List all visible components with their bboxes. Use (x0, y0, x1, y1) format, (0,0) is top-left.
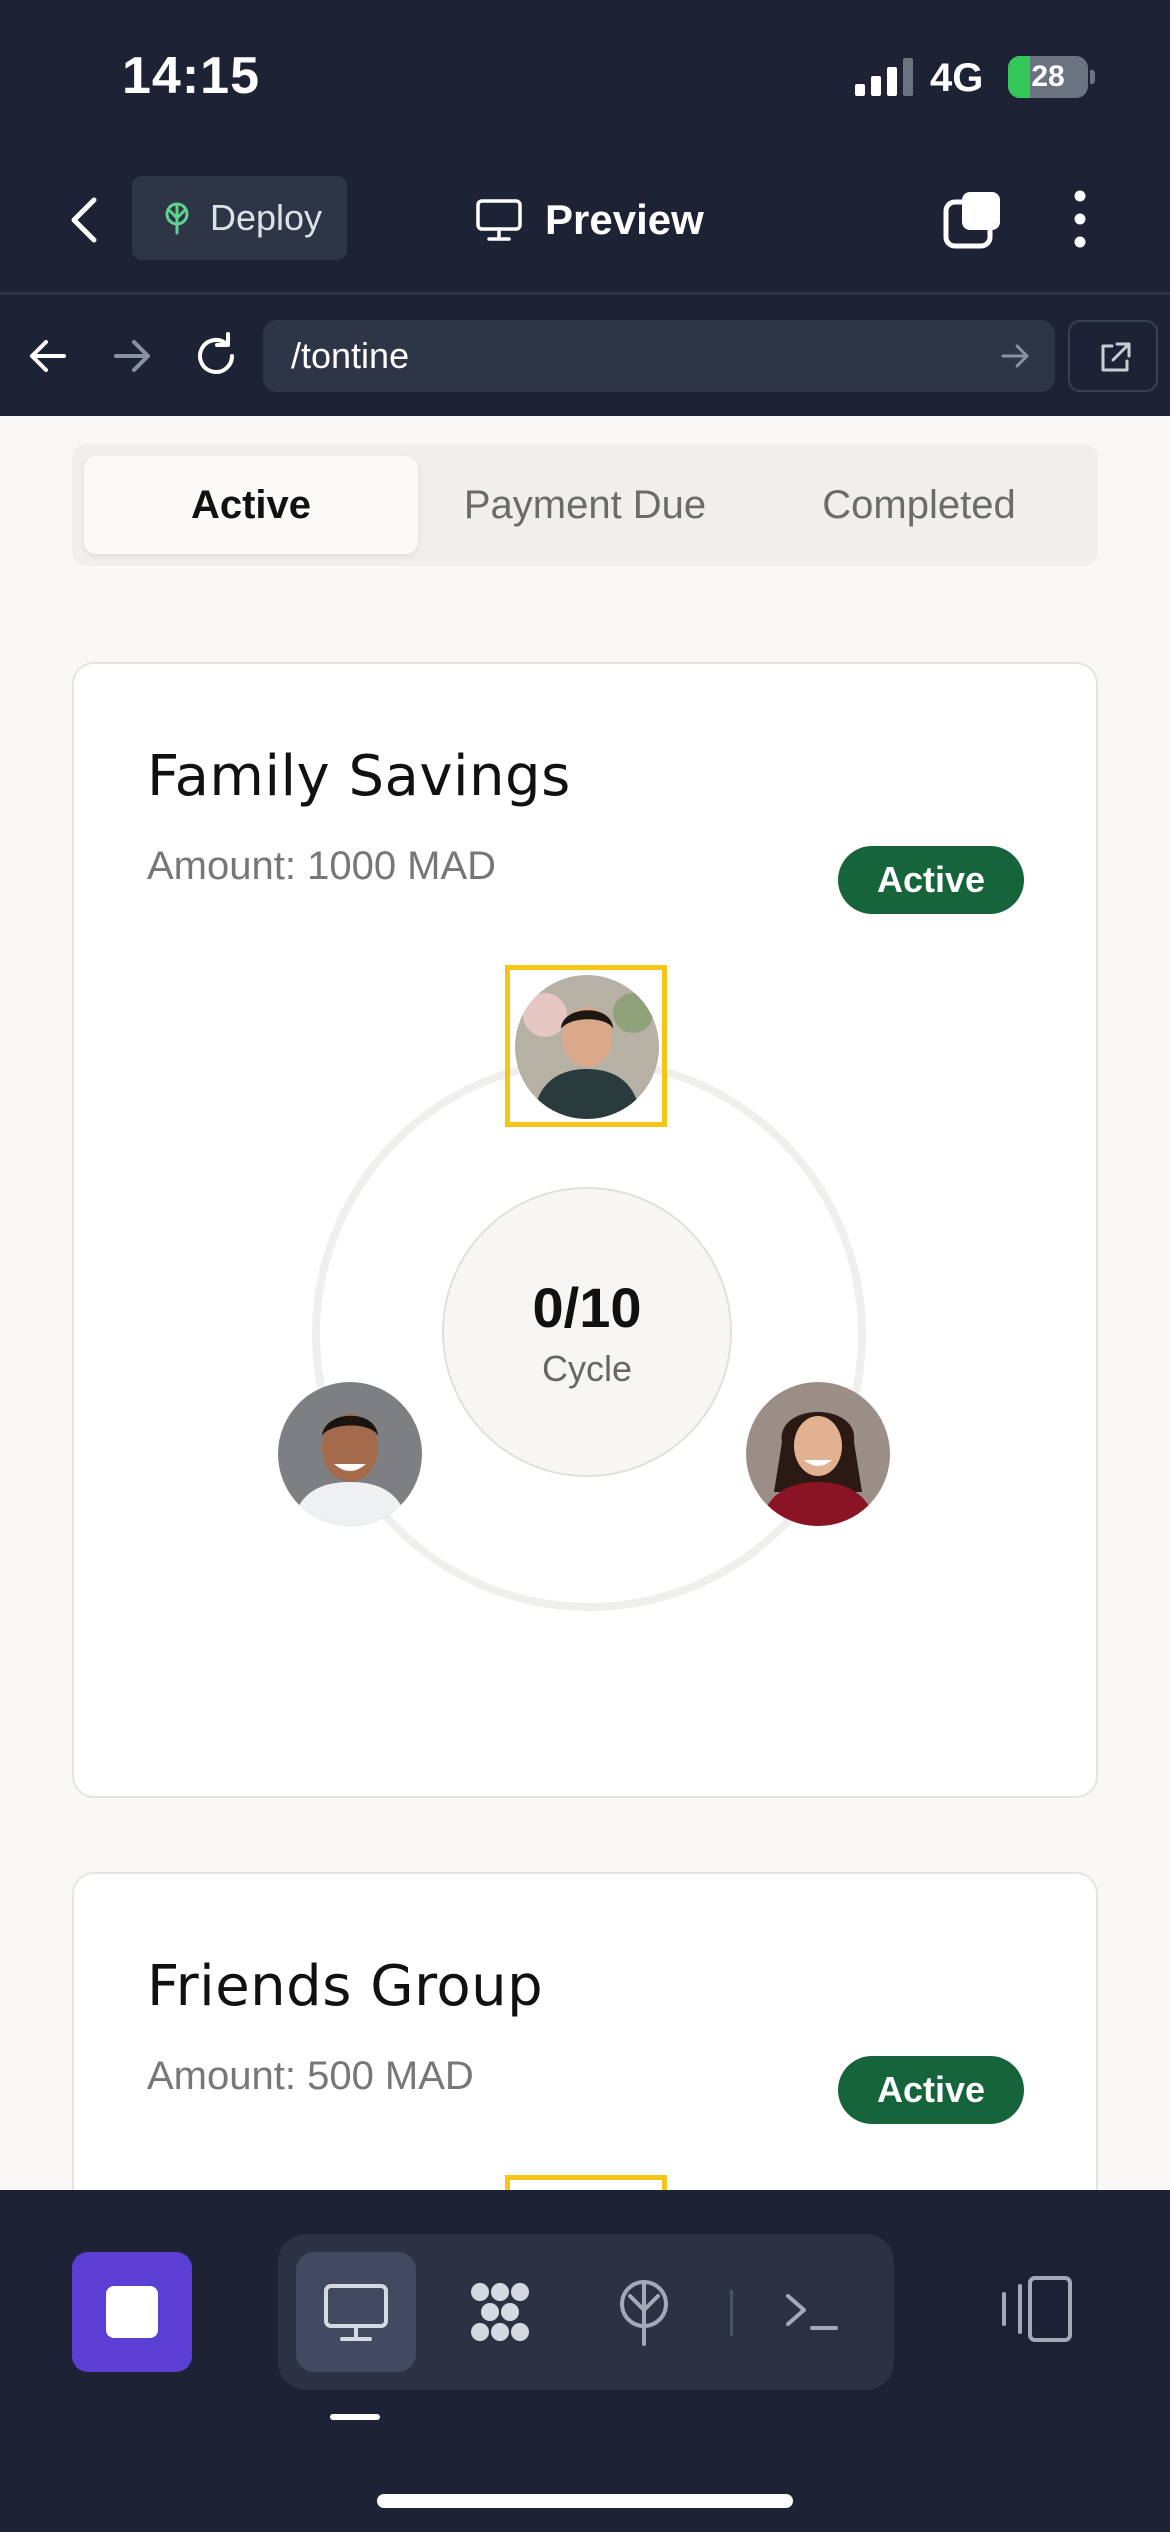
deploy-icon (165, 202, 189, 235)
cycle-value: 0/10 (532, 1276, 642, 1339)
tab-active[interactable]: Active (84, 456, 418, 554)
person-avatar-icon (746, 1382, 890, 1526)
stop-icon (106, 2286, 158, 2338)
card-amount: Amount: 1000 MAD (147, 844, 497, 888)
tontine-card-friends-group[interactable]: Friends Group Amount: 500 MAD Active (72, 1872, 1098, 2190)
monitor-icon (476, 199, 522, 241)
reload-icon[interactable] (188, 328, 244, 384)
app-header: Deploy Preview (0, 150, 1170, 295)
status-badge: Active (838, 846, 1024, 914)
status-bar: 14:15 4G 28 (0, 0, 1170, 150)
person-avatar-icon (515, 975, 659, 1119)
stop-button[interactable] (72, 2252, 192, 2372)
person-avatar-icon (278, 1382, 422, 1526)
shell-apps-button[interactable] (440, 2252, 560, 2372)
card-amount: Amount: 500 MAD (147, 2054, 474, 2098)
preview-icon (324, 2284, 388, 2341)
terminal-icon (786, 2294, 838, 2330)
deploy-label: Deploy (210, 197, 323, 238)
browser-back-icon[interactable] (20, 328, 76, 384)
web-content: Active Payment Due Completed Family Savi… (0, 416, 1170, 2190)
battery-tip (1090, 70, 1095, 84)
back-chevron-icon[interactable] (60, 190, 112, 250)
battery-icon: 28 (1008, 56, 1088, 98)
deploy-icon (620, 2280, 668, 2346)
browser-url-bar: /tontine (0, 298, 1170, 416)
terminal-button[interactable] (752, 2252, 872, 2372)
tab-completed[interactable]: Completed (752, 456, 1086, 554)
current-payee-highlight (505, 2175, 667, 2190)
home-indicator (377, 2494, 793, 2508)
browser-forward-icon[interactable] (104, 328, 160, 384)
member-avatar-right[interactable] (746, 1382, 890, 1526)
member-avatar-left[interactable] (278, 1382, 422, 1526)
card-title: Family Savings (147, 744, 571, 809)
deploy-button[interactable]: Deploy (132, 176, 347, 260)
signal-icon (855, 58, 913, 96)
status-time: 14:15 (122, 47, 260, 105)
preview-tool-button[interactable] (296, 2252, 416, 2372)
cycle-indicator: 0/10 Cycle (442, 1187, 732, 1477)
network-label: 4G (930, 56, 984, 100)
tabs-switcher-icon[interactable] (940, 188, 1004, 252)
tontine-card-family-savings[interactable]: Family Savings Amount: 1000 MAD Active 0… (72, 662, 1098, 1798)
bottom-toolbar (0, 2190, 1170, 2532)
card-title: Friends Group (147, 1954, 544, 2019)
deploy-tool-button[interactable] (584, 2252, 704, 2372)
open-external-button[interactable] (1068, 320, 1158, 392)
device-toggle-icon[interactable] (996, 2274, 1076, 2344)
url-input[interactable]: /tontine (263, 320, 1055, 392)
preview-title: Preview (475, 190, 704, 250)
url-go-arrow-icon[interactable] (997, 338, 1033, 374)
battery-level: 28 (1031, 60, 1065, 93)
tool-group (278, 2234, 894, 2390)
toolbar-divider (730, 2290, 733, 2336)
preview-label: Preview (545, 196, 704, 243)
shell-apps-icon (471, 2283, 529, 2341)
external-link-icon (1101, 342, 1131, 372)
more-menu-icon[interactable] (1060, 186, 1100, 252)
status-badge: Active (838, 2056, 1024, 2124)
tab-payment-due[interactable]: Payment Due (418, 456, 752, 554)
active-tab-indicator (330, 2414, 380, 2420)
status-tabs: Active Payment Due Completed (72, 444, 1098, 566)
member-avatar-top[interactable] (515, 975, 659, 1119)
cycle-label: Cycle (541, 1348, 633, 1389)
